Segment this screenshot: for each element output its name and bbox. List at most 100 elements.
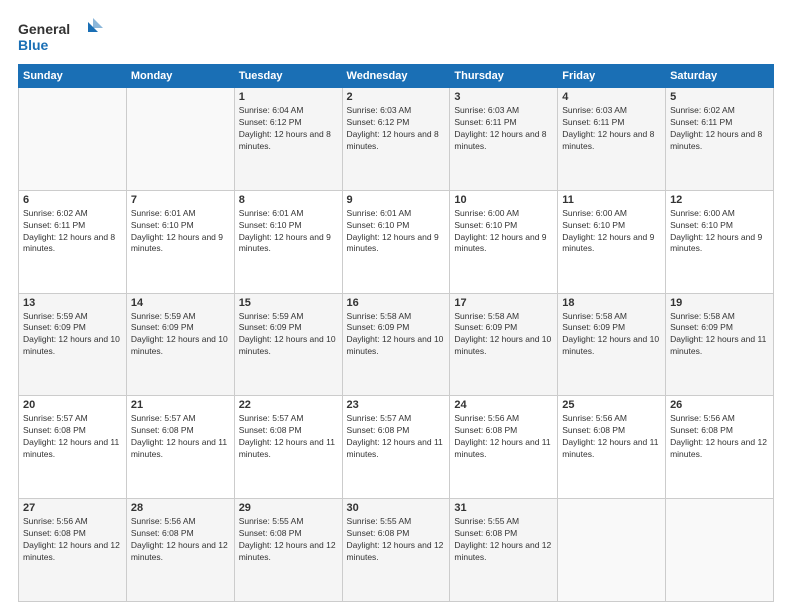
calendar-cell: 5 Sunrise: 6:02 AMSunset: 6:11 PMDaylight… <box>666 88 774 191</box>
day-number: 24 <box>454 399 553 411</box>
calendar-cell: 18 Sunrise: 5:58 AMSunset: 6:09 PMDayligh… <box>558 293 666 396</box>
logo-svg: General Blue <box>18 18 108 54</box>
weekday-monday: Monday <box>126 65 234 88</box>
calendar-cell <box>19 88 127 191</box>
day-info: Sunrise: 5:57 AMSunset: 6:08 PMDaylight:… <box>23 413 122 461</box>
day-info: Sunrise: 5:58 AMSunset: 6:09 PMDaylight:… <box>562 311 661 359</box>
calendar-cell: 25 Sunrise: 5:56 AMSunset: 6:08 PMDayligh… <box>558 396 666 499</box>
day-number: 11 <box>562 194 661 206</box>
day-info: Sunrise: 5:57 AMSunset: 6:08 PMDaylight:… <box>239 413 338 461</box>
calendar-cell: 16Sunrise: 5:58 AMSunset: 6:09 PMDayligh… <box>342 293 450 396</box>
day-number: 5 <box>670 91 769 103</box>
day-number: 20 <box>23 399 122 411</box>
calendar-cell: 29 Sunrise: 5:55 AMSunset: 6:08 PMDayligh… <box>234 499 342 602</box>
day-info: Sunrise: 5:56 AMSunset: 6:08 PMDaylight:… <box>562 413 661 461</box>
svg-text:Blue: Blue <box>18 37 49 53</box>
day-number: 29 <box>239 502 338 514</box>
day-info: Sunrise: 5:56 AMSunset: 6:08 PMDaylight:… <box>670 413 769 461</box>
day-number: 4 <box>562 91 661 103</box>
day-number: 6 <box>23 194 122 206</box>
week-row-5: 27 Sunrise: 5:56 AMSunset: 6:08 PMDayligh… <box>19 499 774 602</box>
day-number: 2 <box>347 91 446 103</box>
day-info: Sunrise: 6:01 AMSunset: 6:10 PMDaylight:… <box>239 208 338 256</box>
calendar-cell: 26 Sunrise: 5:56 AMSunset: 6:08 PMDayligh… <box>666 396 774 499</box>
logo: General Blue <box>18 18 108 54</box>
calendar-cell: 28Sunrise: 5:56 AMSunset: 6:08 PMDayligh… <box>126 499 234 602</box>
day-number: 22 <box>239 399 338 411</box>
day-number: 15 <box>239 297 338 309</box>
calendar-cell: 23Sunrise: 5:57 AMSunset: 6:08 PMDayligh… <box>342 396 450 499</box>
calendar-cell: 19 Sunrise: 5:58 AMSunset: 6:09 PMDayligh… <box>666 293 774 396</box>
day-number: 9 <box>347 194 446 206</box>
calendar-cell: 8Sunrise: 6:01 AMSunset: 6:10 PMDaylight… <box>234 190 342 293</box>
day-number: 26 <box>670 399 769 411</box>
day-info: Sunrise: 6:03 AMSunset: 6:11 PMDaylight:… <box>454 105 553 153</box>
day-info: Sunrise: 5:55 AMSunset: 6:08 PMDaylight:… <box>347 516 446 564</box>
day-info: Sunrise: 5:58 AMSunset: 6:09 PMDaylight:… <box>454 311 553 359</box>
day-info: Sunrise: 5:56 AMSunset: 6:08 PMDaylight:… <box>454 413 553 461</box>
calendar-cell: 9 Sunrise: 6:01 AMSunset: 6:10 PMDaylight… <box>342 190 450 293</box>
week-row-1: 1 Sunrise: 6:04 AMSunset: 6:12 PMDaylight… <box>19 88 774 191</box>
day-info: Sunrise: 6:03 AMSunset: 6:12 PMDaylight:… <box>347 105 446 153</box>
calendar-cell: 10Sunrise: 6:00 AMSunset: 6:10 PMDayligh… <box>450 190 558 293</box>
week-row-3: 13Sunrise: 5:59 AMSunset: 6:09 PMDayligh… <box>19 293 774 396</box>
day-info: Sunrise: 6:01 AMSunset: 6:10 PMDaylight:… <box>131 208 230 256</box>
day-info: Sunrise: 6:02 AMSunset: 6:11 PMDaylight:… <box>23 208 122 256</box>
day-info: Sunrise: 6:04 AMSunset: 6:12 PMDaylight:… <box>239 105 338 153</box>
day-number: 18 <box>562 297 661 309</box>
calendar-cell: 17 Sunrise: 5:58 AMSunset: 6:09 PMDayligh… <box>450 293 558 396</box>
day-info: Sunrise: 6:02 AMSunset: 6:11 PMDaylight:… <box>670 105 769 153</box>
day-number: 12 <box>670 194 769 206</box>
page: General Blue SundayMondayTuesdayWednesda… <box>0 0 792 612</box>
calendar-cell <box>558 499 666 602</box>
svg-text:General: General <box>18 21 70 37</box>
calendar-cell: 14Sunrise: 5:59 AMSunset: 6:09 PMDayligh… <box>126 293 234 396</box>
calendar-cell: 20 Sunrise: 5:57 AMSunset: 6:08 PMDayligh… <box>19 396 127 499</box>
day-info: Sunrise: 5:55 AMSunset: 6:08 PMDaylight:… <box>239 516 338 564</box>
calendar-cell: 7Sunrise: 6:01 AMSunset: 6:10 PMDaylight… <box>126 190 234 293</box>
day-number: 16 <box>347 297 446 309</box>
day-info: Sunrise: 5:55 AMSunset: 6:08 PMDaylight:… <box>454 516 553 564</box>
day-number: 17 <box>454 297 553 309</box>
day-info: Sunrise: 5:59 AMSunset: 6:09 PMDaylight:… <box>23 311 122 359</box>
day-number: 25 <box>562 399 661 411</box>
calendar-cell <box>666 499 774 602</box>
calendar-cell: 21 Sunrise: 5:57 AMSunset: 6:08 PMDayligh… <box>126 396 234 499</box>
day-info: Sunrise: 6:00 AMSunset: 6:10 PMDaylight:… <box>562 208 661 256</box>
day-number: 19 <box>670 297 769 309</box>
day-info: Sunrise: 5:59 AMSunset: 6:09 PMDaylight:… <box>131 311 230 359</box>
calendar-cell: 22 Sunrise: 5:57 AMSunset: 6:08 PMDayligh… <box>234 396 342 499</box>
day-info: Sunrise: 5:58 AMSunset: 6:09 PMDaylight:… <box>670 311 769 359</box>
calendar-cell: 13Sunrise: 5:59 AMSunset: 6:09 PMDayligh… <box>19 293 127 396</box>
day-info: Sunrise: 5:56 AMSunset: 6:08 PMDaylight:… <box>23 516 122 564</box>
weekday-friday: Friday <box>558 65 666 88</box>
calendar-cell: 3 Sunrise: 6:03 AMSunset: 6:11 PMDaylight… <box>450 88 558 191</box>
calendar-cell: 4 Sunrise: 6:03 AMSunset: 6:11 PMDaylight… <box>558 88 666 191</box>
day-number: 1 <box>239 91 338 103</box>
week-row-4: 20 Sunrise: 5:57 AMSunset: 6:08 PMDayligh… <box>19 396 774 499</box>
calendar-cell <box>126 88 234 191</box>
week-row-2: 6 Sunrise: 6:02 AMSunset: 6:11 PMDaylight… <box>19 190 774 293</box>
calendar-cell: 1 Sunrise: 6:04 AMSunset: 6:12 PMDaylight… <box>234 88 342 191</box>
calendar-cell: 31 Sunrise: 5:55 AMSunset: 6:08 PMDayligh… <box>450 499 558 602</box>
calendar-cell: 24 Sunrise: 5:56 AMSunset: 6:08 PMDayligh… <box>450 396 558 499</box>
weekday-thursday: Thursday <box>450 65 558 88</box>
day-info: Sunrise: 5:57 AMSunset: 6:08 PMDaylight:… <box>131 413 230 461</box>
day-number: 23 <box>347 399 446 411</box>
day-number: 30 <box>347 502 446 514</box>
day-number: 3 <box>454 91 553 103</box>
day-info: Sunrise: 6:03 AMSunset: 6:11 PMDaylight:… <box>562 105 661 153</box>
day-info: Sunrise: 6:00 AMSunset: 6:10 PMDaylight:… <box>454 208 553 256</box>
day-info: Sunrise: 6:01 AMSunset: 6:10 PMDaylight:… <box>347 208 446 256</box>
day-number: 21 <box>131 399 230 411</box>
day-number: 27 <box>23 502 122 514</box>
day-info: Sunrise: 6:00 AMSunset: 6:10 PMDaylight:… <box>670 208 769 256</box>
header: General Blue <box>18 18 774 54</box>
day-number: 28 <box>131 502 230 514</box>
calendar-cell: 15Sunrise: 5:59 AMSunset: 6:09 PMDayligh… <box>234 293 342 396</box>
calendar-cell: 6 Sunrise: 6:02 AMSunset: 6:11 PMDaylight… <box>19 190 127 293</box>
calendar-cell: 11 Sunrise: 6:00 AMSunset: 6:10 PMDayligh… <box>558 190 666 293</box>
weekday-sunday: Sunday <box>19 65 127 88</box>
day-number: 31 <box>454 502 553 514</box>
weekday-header-row: SundayMondayTuesdayWednesdayThursdayFrid… <box>19 65 774 88</box>
